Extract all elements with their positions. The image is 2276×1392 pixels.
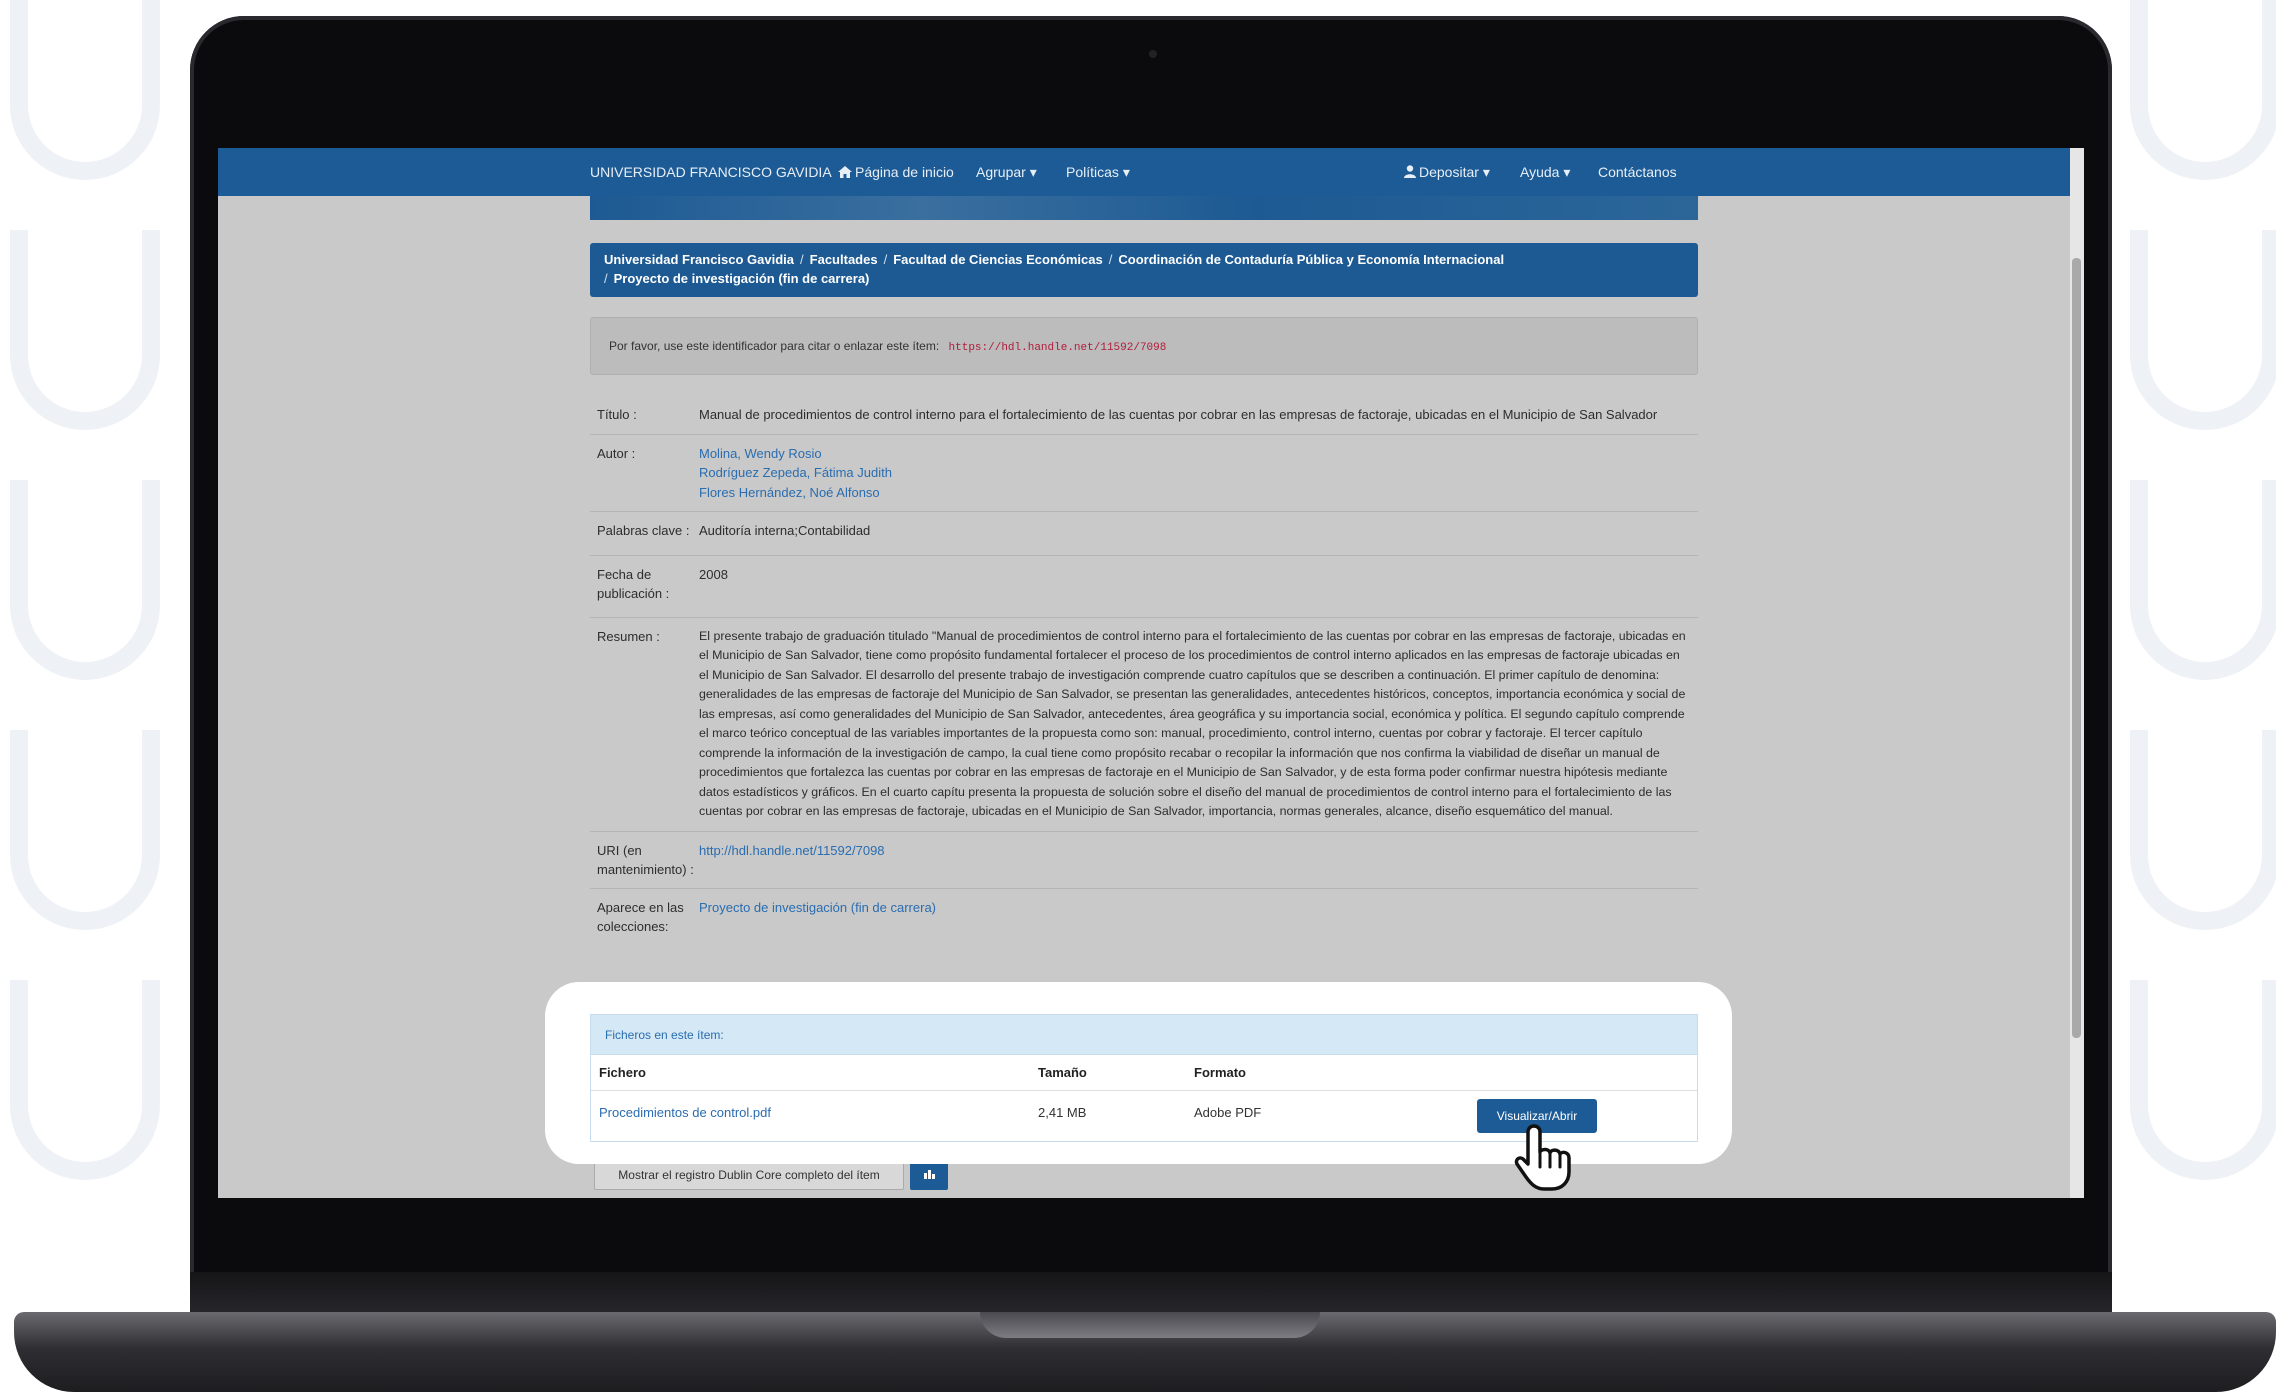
column-header-file: Fichero xyxy=(599,1065,646,1080)
file-size: 2,41 MB xyxy=(1038,1105,1087,1120)
handle-url[interactable]: https://hdl.handle.net/11592/7098 xyxy=(949,342,1167,354)
breadcrumb-item[interactable]: Facultad de Ciencias Económicas xyxy=(893,252,1103,267)
files-table-header: Fichero Tamaño Formato xyxy=(591,1055,1697,1091)
background-pattern xyxy=(10,480,160,680)
caret-down-icon: ▾ xyxy=(1482,164,1490,180)
laptop-camera xyxy=(1149,50,1157,58)
metadata-value: 2008 xyxy=(699,566,728,582)
metadata-label: Resumen : xyxy=(597,628,660,644)
column-header-size: Tamaño xyxy=(1038,1065,1087,1080)
citation-text: Por favor, use este identificador para c… xyxy=(609,339,940,353)
files-panel-heading: Ficheros en este ítem: xyxy=(591,1015,1697,1055)
nav-help-label: Ayuda xyxy=(1520,164,1560,180)
metadata-value: Manual de procedimientos de control inte… xyxy=(699,407,1658,422)
brand-link[interactable]: UNIVERSIDAD FRANCISCO GAVIDIA xyxy=(590,164,832,180)
metadata-row-uri: URI (en mantenimiento) : http://hdl.hand… xyxy=(590,830,1698,888)
bar-chart-icon xyxy=(924,1170,935,1179)
laptop-notch xyxy=(980,1312,1320,1338)
breadcrumb-item[interactable]: Proyecto de investigación (fin de carrer… xyxy=(614,271,870,286)
nav-group-label: Agrupar xyxy=(976,164,1026,180)
metadata-row-author: Autor : Molina, Wendy Rosio Rodríguez Ze… xyxy=(590,433,1698,512)
metadata-row-collections: Aparece en las colecciones: Proyecto de … xyxy=(590,887,1698,945)
statistics-button[interactable] xyxy=(910,1160,948,1190)
nav-deposit-label: Depositar xyxy=(1419,164,1479,180)
breadcrumb-item[interactable]: Facultades xyxy=(810,252,878,267)
nav-group-dropdown[interactable]: Agrupar ▾ xyxy=(976,164,1037,181)
metadata-value: Molina, Wendy Rosio Rodríguez Zepeda, Fá… xyxy=(699,444,1698,503)
nav-deposit-dropdown[interactable]: Depositar ▾ xyxy=(1404,164,1490,181)
metadata-value: Auditoría interna;Contabilidad xyxy=(699,523,871,538)
nav-contact[interactable]: Contáctanos xyxy=(1598,164,1677,180)
metadata-label: URI (en mantenimiento) : xyxy=(597,842,694,877)
show-dublin-core-button[interactable]: Mostrar el registro Dublin Core completo… xyxy=(594,1160,904,1190)
breadcrumb-item[interactable]: Coordinación de Contaduría Pública y Eco… xyxy=(1118,252,1504,267)
metadata-row-date: Fecha de publicación : 2008 xyxy=(590,554,1698,617)
file-format: Adobe PDF xyxy=(1194,1105,1262,1120)
header-banner-image xyxy=(590,196,1698,220)
nav-policies-dropdown[interactable]: Políticas ▾ xyxy=(1066,164,1130,181)
background-pattern xyxy=(10,230,160,430)
nav-home[interactable]: Página de inicio xyxy=(838,164,954,180)
caret-down-icon: ▾ xyxy=(1563,164,1571,180)
background-pattern xyxy=(2130,230,2276,430)
file-name-link[interactable]: Procedimientos de control.pdf xyxy=(599,1105,771,1120)
page-scrollbar[interactable] xyxy=(2070,148,2084,1198)
breadcrumb: Universidad Francisco Gavidia / Facultades… xyxy=(590,243,1698,297)
scrollbar-thumb[interactable] xyxy=(2072,258,2081,1038)
caret-down-icon: ▾ xyxy=(1029,164,1037,180)
metadata-row-keywords: Palabras clave : Auditoría interna;Conta… xyxy=(590,511,1698,555)
hand-cursor-icon xyxy=(1514,1124,1571,1191)
background-pattern xyxy=(10,730,160,930)
top-navbar: UNIVERSIDAD FRANCISCO GAVIDIA Página de … xyxy=(218,148,2084,196)
background-pattern xyxy=(2130,0,2276,180)
background-pattern xyxy=(10,980,160,1180)
metadata-label: Título : xyxy=(597,407,637,422)
column-header-format: Formato xyxy=(1194,1065,1246,1080)
nav-policies-label: Políticas xyxy=(1066,164,1119,180)
background-pattern xyxy=(10,0,160,180)
caret-down-icon: ▾ xyxy=(1122,164,1130,180)
metadata-label: Autor : xyxy=(597,445,636,461)
author-link[interactable]: Flores Hernández, Noé Alfonso xyxy=(699,483,1688,503)
nav-help-dropdown[interactable]: Ayuda ▾ xyxy=(1520,164,1570,181)
metadata-label: Fecha de publicación : xyxy=(597,566,670,601)
item-metadata-table: Título : Manual de procedimientos de con… xyxy=(590,396,1698,945)
user-icon xyxy=(1404,165,1416,178)
breadcrumb-item[interactable]: Universidad Francisco Gavidia xyxy=(604,252,794,267)
background-pattern xyxy=(2130,730,2276,930)
metadata-value: El presente trabajo de graduación titula… xyxy=(699,628,1686,819)
metadata-label: Palabras clave : xyxy=(597,523,690,538)
author-link[interactable]: Molina, Wendy Rosio xyxy=(699,444,1688,464)
metadata-label: Aparece en las colecciones: xyxy=(597,899,684,934)
background-pattern xyxy=(2130,480,2276,680)
collection-link[interactable]: Proyecto de investigación (fin de carrer… xyxy=(699,898,1698,936)
citation-box: Por favor, use este identificador para c… xyxy=(590,317,1698,375)
metadata-row-title: Título : Manual de procedimientos de con… xyxy=(590,396,1698,434)
metadata-row-abstract: Resumen : El presente trabajo de graduac… xyxy=(590,616,1698,831)
author-link[interactable]: Rodríguez Zepeda, Fátima Judith xyxy=(699,463,1688,483)
background-pattern xyxy=(2130,980,2276,1180)
home-icon xyxy=(838,166,852,178)
uri-link[interactable]: http://hdl.handle.net/11592/7098 xyxy=(699,841,1698,879)
nav-home-label: Página de inicio xyxy=(855,164,954,180)
